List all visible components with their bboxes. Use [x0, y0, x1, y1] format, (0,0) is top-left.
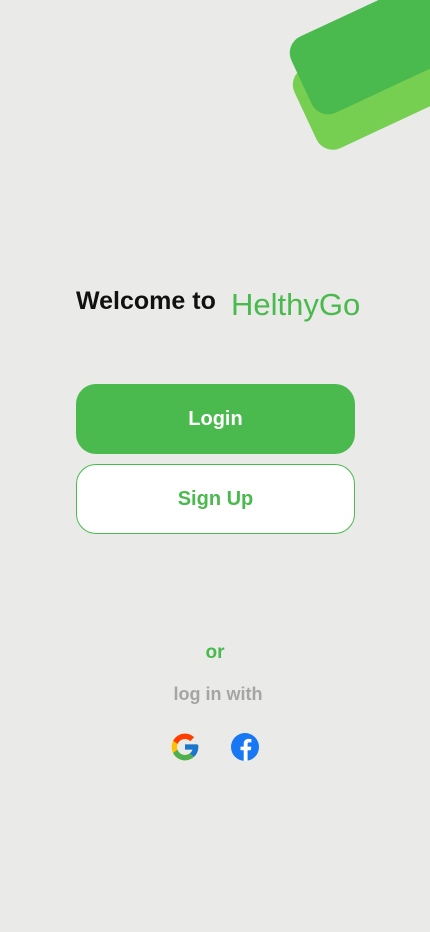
or-divider: or: [205, 642, 225, 663]
facebook-login-button[interactable]: [229, 731, 261, 763]
google-icon: [171, 733, 199, 761]
facebook-icon: [231, 733, 259, 761]
login-with-label: log in with: [173, 684, 263, 704]
brand-name: HelthyGo: [231, 287, 361, 322]
decorative-shapes: [289, 0, 430, 150]
login-button[interactable]: Login: [76, 384, 355, 454]
welcome-heading: Welcome to HelthyGo: [76, 283, 366, 333]
google-login-button[interactable]: [169, 731, 201, 763]
signup-button[interactable]: Sign Up: [76, 464, 355, 534]
welcome-prefix: Welcome to: [76, 287, 216, 315]
